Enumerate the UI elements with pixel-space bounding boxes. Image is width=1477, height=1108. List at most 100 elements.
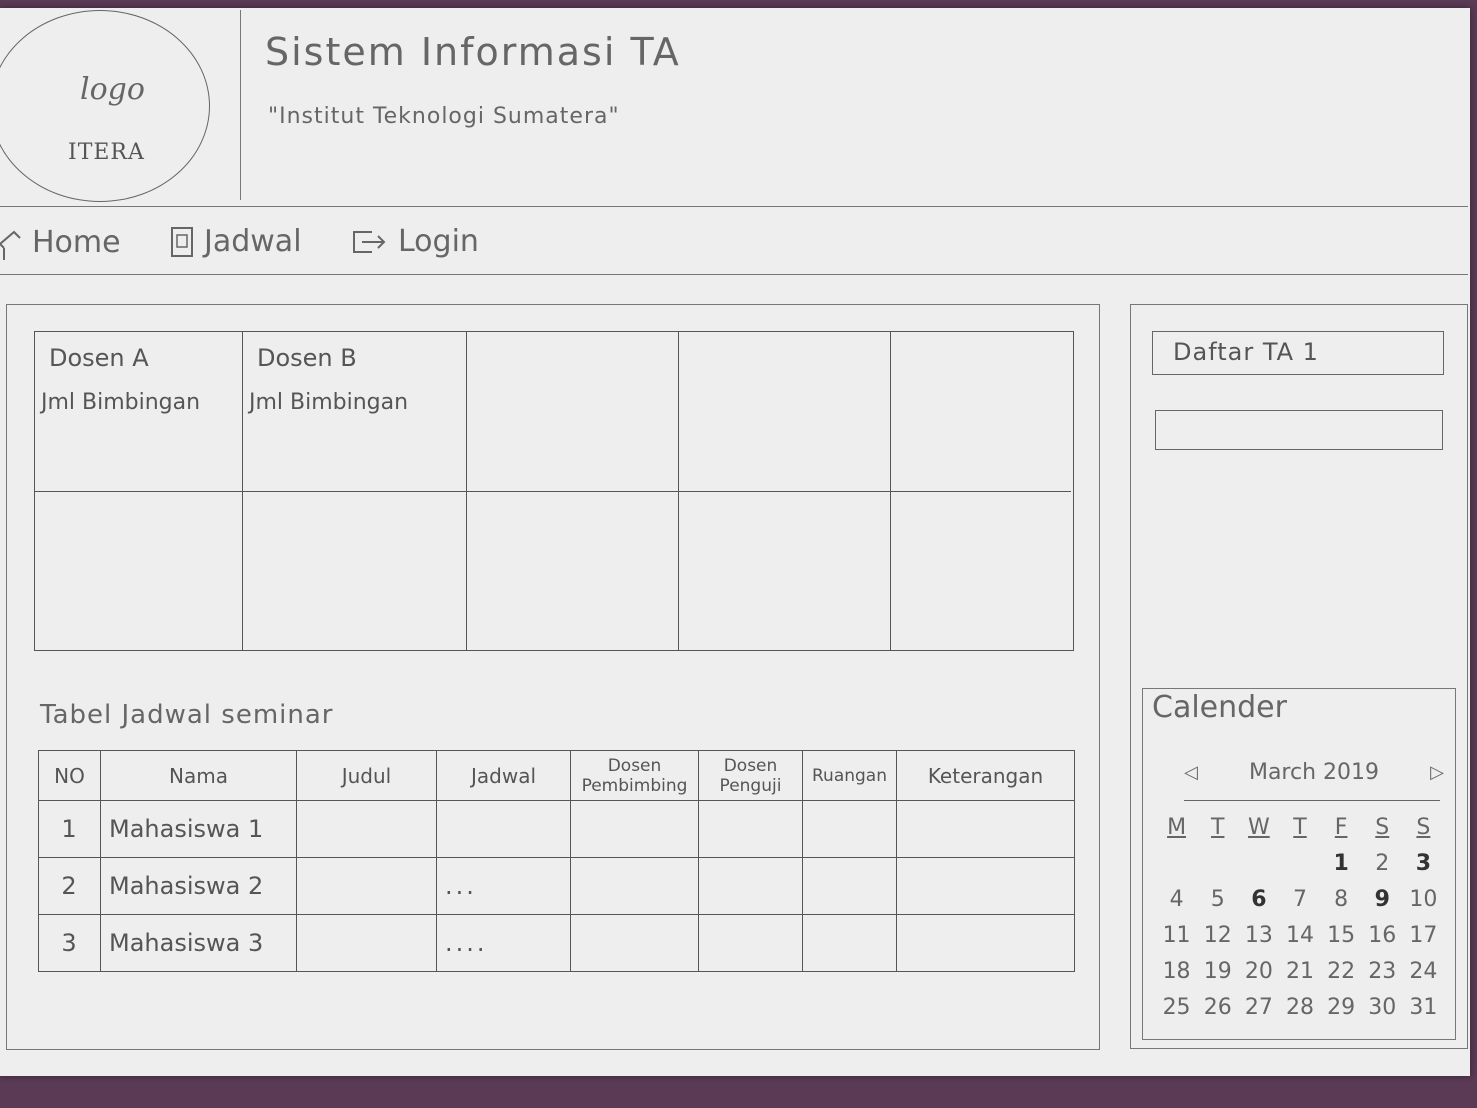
calendar-day[interactable]: 10 bbox=[1403, 884, 1444, 916]
calendar-day[interactable]: 2 bbox=[1362, 848, 1403, 880]
calendar-day[interactable]: 9 bbox=[1362, 884, 1403, 916]
col-header-keterangan: Keterangan bbox=[896, 750, 1075, 801]
weekday-label: M bbox=[1167, 815, 1187, 840]
table-row[interactable]: 2 Mahasiswa 2 ... bbox=[38, 857, 1075, 915]
calendar-divider bbox=[1184, 800, 1440, 801]
schedule-table: NO Nama Judul Jadwal Dosen Pembimbing Do… bbox=[38, 750, 1075, 972]
calendar-month-nav: ◁ March 2019 ▷ bbox=[1184, 760, 1444, 785]
cell-judul bbox=[296, 857, 437, 915]
cell-pembimbing bbox=[570, 800, 699, 858]
calendar-day[interactable]: 14 bbox=[1279, 920, 1320, 952]
nav-bottom-line bbox=[0, 274, 1468, 275]
calendar-blank bbox=[1156, 848, 1197, 880]
logo-institution: ITERA bbox=[68, 140, 145, 165]
cell-keterangan bbox=[896, 914, 1075, 972]
col-header-pembimbing: Dosen Pembimbing bbox=[570, 750, 699, 801]
calendar-blank bbox=[1279, 848, 1320, 880]
next-month-icon[interactable]: ▷ bbox=[1430, 762, 1444, 783]
table-row[interactable]: 1 Mahasiswa 1 bbox=[38, 800, 1075, 858]
schedule-header-row: NO Nama Judul Jadwal Dosen Pembimbing Do… bbox=[38, 750, 1075, 801]
cell-penguji bbox=[698, 800, 803, 858]
calendar-day[interactable]: 16 bbox=[1362, 920, 1403, 952]
dosen-card[interactable] bbox=[467, 492, 679, 650]
calendar-day[interactable]: 1 bbox=[1321, 848, 1362, 880]
schedule-title: Tabel Jadwal seminar bbox=[40, 700, 334, 730]
cell-nama: Mahasiswa 3 bbox=[100, 914, 297, 972]
dosen-name: Dosen A bbox=[49, 344, 149, 372]
calendar-day[interactable]: 27 bbox=[1238, 992, 1279, 1024]
calendar-day[interactable]: 22 bbox=[1321, 956, 1362, 988]
calendar-day[interactable]: 24 bbox=[1403, 956, 1444, 988]
col-header-judul: Judul bbox=[296, 750, 437, 801]
nav-login[interactable]: Login bbox=[352, 224, 479, 259]
calendar-day[interactable]: 6 bbox=[1238, 884, 1279, 916]
calendar-day[interactable]: 30 bbox=[1362, 992, 1403, 1024]
cell-pembimbing bbox=[570, 914, 699, 972]
dosen-name: Dosen B bbox=[257, 344, 357, 372]
calendar-day[interactable]: 8 bbox=[1321, 884, 1362, 916]
cell-ruangan bbox=[802, 857, 897, 915]
daftar-ta-item[interactable]: Daftar TA 1 bbox=[1152, 331, 1444, 375]
cell-keterangan bbox=[896, 800, 1075, 858]
calendar-day[interactable]: 15 bbox=[1321, 920, 1362, 952]
calendar-day[interactable]: 7 bbox=[1279, 884, 1320, 916]
calendar-day[interactable]: 18 bbox=[1156, 956, 1197, 988]
login-icon bbox=[353, 230, 386, 253]
calendar-day[interactable]: 17 bbox=[1403, 920, 1444, 952]
cell-jadwal bbox=[436, 800, 571, 858]
nav-jadwal[interactable]: Jadwal bbox=[170, 224, 302, 259]
cell-ruangan bbox=[802, 914, 897, 972]
cell-nama: Mahasiswa 2 bbox=[100, 857, 297, 915]
cell-no: 3 bbox=[38, 914, 101, 972]
calendar-day[interactable]: 29 bbox=[1321, 992, 1362, 1024]
dosen-card[interactable]: Dosen A Jml Bimbingan bbox=[35, 332, 243, 492]
header-bottom-line bbox=[0, 206, 1468, 207]
col-header-jadwal: Jadwal bbox=[436, 750, 571, 801]
home-icon bbox=[0, 230, 21, 260]
cell-pembimbing bbox=[570, 857, 699, 915]
calendar-icon bbox=[171, 226, 193, 257]
calendar-day[interactable]: 23 bbox=[1362, 956, 1403, 988]
dosen-bimbingan-count: Jml Bimbingan bbox=[249, 390, 409, 415]
logo-text: logo bbox=[80, 72, 145, 107]
nav-home[interactable]: Home bbox=[0, 224, 121, 260]
dosen-card[interactable] bbox=[35, 492, 243, 650]
dosen-card[interactable] bbox=[891, 492, 1071, 650]
cell-penguji bbox=[698, 857, 803, 915]
calendar-day[interactable]: 5 bbox=[1197, 884, 1238, 916]
prev-month-icon[interactable]: ◁ bbox=[1184, 762, 1198, 783]
calendar-title: Calender bbox=[1152, 690, 1287, 725]
cell-nama: Mahasiswa 1 bbox=[100, 800, 297, 858]
calendar-day[interactable]: 20 bbox=[1238, 956, 1279, 988]
col-header-no: NO bbox=[38, 750, 101, 801]
daftar-ta-item-empty[interactable] bbox=[1155, 410, 1443, 450]
calendar-blank bbox=[1197, 848, 1238, 880]
calendar-day[interactable]: 31 bbox=[1403, 992, 1444, 1024]
calendar-day[interactable]: 13 bbox=[1238, 920, 1279, 952]
cell-jadwal: .... bbox=[436, 914, 571, 972]
calendar-day[interactable]: 26 bbox=[1197, 992, 1238, 1024]
calendar-day[interactable]: 21 bbox=[1279, 956, 1320, 988]
dosen-card[interactable] bbox=[679, 492, 891, 650]
dosen-grid: Dosen A Jml Bimbingan Dosen B Jml Bimbin… bbox=[34, 331, 1074, 651]
calendar-day[interactable]: 25 bbox=[1156, 992, 1197, 1024]
dosen-card[interactable] bbox=[891, 332, 1071, 492]
cell-no: 1 bbox=[38, 800, 101, 858]
dosen-card[interactable]: Dosen B Jml Bimbingan bbox=[243, 332, 467, 492]
calendar-day[interactable]: 11 bbox=[1156, 920, 1197, 952]
calendar-day[interactable]: 19 bbox=[1197, 956, 1238, 988]
calendar-blank bbox=[1238, 848, 1279, 880]
calendar-day[interactable]: 3 bbox=[1403, 848, 1444, 880]
cell-no: 2 bbox=[38, 857, 101, 915]
calendar-day[interactable]: 28 bbox=[1279, 992, 1320, 1024]
dosen-card[interactable] bbox=[679, 332, 891, 492]
dosen-card[interactable] bbox=[243, 492, 467, 650]
table-row[interactable]: 3 Mahasiswa 3 .... bbox=[38, 914, 1075, 972]
dosen-card[interactable] bbox=[467, 332, 679, 492]
app-title: Sistem Informasi TA bbox=[265, 30, 681, 74]
dosen-bimbingan-count: Jml Bimbingan bbox=[41, 390, 201, 415]
weekday-label: T bbox=[1210, 815, 1225, 840]
calendar-day[interactable]: 12 bbox=[1197, 920, 1238, 952]
calendar-day[interactable]: 4 bbox=[1156, 884, 1197, 916]
header-divider bbox=[240, 10, 241, 200]
